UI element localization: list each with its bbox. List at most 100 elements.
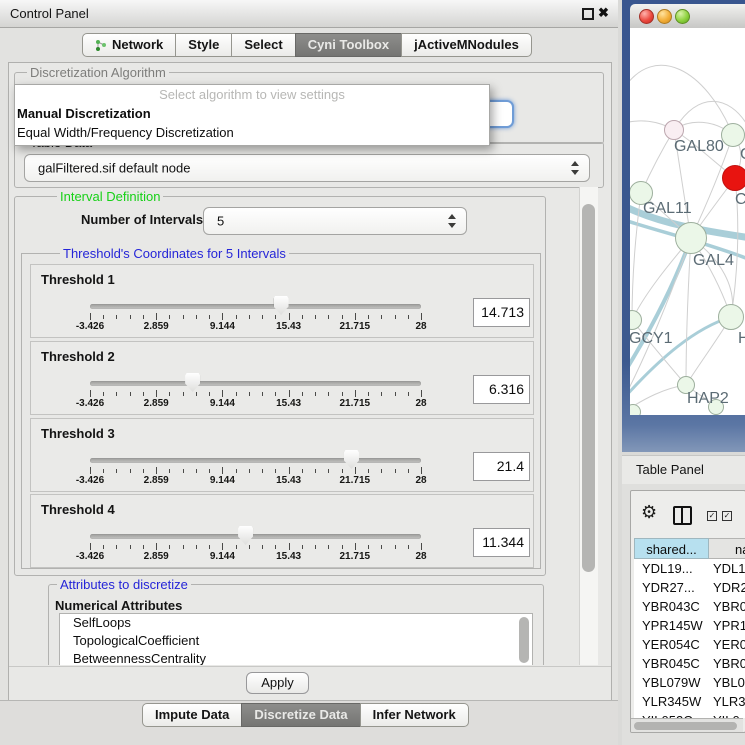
dropdown-option-equal-width-frequency[interactable]: Equal Width/Frequency Discretization <box>15 123 489 142</box>
slider-ticks <box>90 312 421 321</box>
threshold-label: Threshold 4 <box>41 502 115 517</box>
network-icon <box>95 39 107 52</box>
attributes-scrollbar[interactable] <box>519 617 529 663</box>
algorithm-dropdown-popup: Select algorithm to view settings Manual… <box>14 84 490 146</box>
tick-label: -3.426 <box>76 398 104 409</box>
threshold-value-field[interactable]: 14.713 <box>473 298 530 327</box>
columns-icon[interactable] <box>673 506 692 525</box>
tick-label: 28 <box>415 398 426 409</box>
table-data-combobox[interactable]: galFiltered.sif default node <box>24 154 590 182</box>
mac-close-button[interactable] <box>639 9 654 24</box>
threshold-label: Threshold 1 <box>41 272 115 287</box>
slider-track[interactable] <box>90 381 421 386</box>
cell-name: YPR1 <box>709 616 745 635</box>
cell-name: YDL1 <box>709 559 745 578</box>
threshold-value-field[interactable]: 21.4 <box>473 452 530 481</box>
attribute-item[interactable]: SelfLoops <box>60 614 532 632</box>
network-canvas[interactable]: GAL80GACGAL11GAL4GCY1HHAP2 <box>630 28 745 415</box>
cell-name: YDR2 <box>709 578 745 597</box>
slider-track[interactable] <box>90 534 421 539</box>
slider-tick-labels: -3.4262.8599.14415.4321.71528 <box>90 551 421 562</box>
interval-definition-title: Interval Definition <box>57 189 163 204</box>
dropdown-option-manual-discretization[interactable]: Manual Discretization <box>15 104 489 123</box>
network-node[interactable] <box>664 120 684 140</box>
table-row[interactable]: YPR145WYPR1 <box>634 616 745 635</box>
tab-impute-data[interactable]: Impute Data <box>142 703 242 727</box>
float-window-icon[interactable] <box>582 8 594 20</box>
cell-name: YER0 <box>709 635 745 654</box>
number-of-intervals-combobox[interactable]: 5 <box>203 207 467 235</box>
cell-shared-name: YBR043C <box>634 597 709 616</box>
checkbox-icon[interactable]: ✓ <box>722 511 732 521</box>
slider-track[interactable] <box>90 304 421 309</box>
tab-style[interactable]: Style <box>175 33 232 57</box>
panel-scrollbar[interactable] <box>579 187 598 665</box>
column-header-shared[interactable]: shared... <box>634 538 709 559</box>
table-row[interactable]: YBL079WYBL0 <box>634 673 745 692</box>
tab-select[interactable]: Select <box>231 33 295 57</box>
column-header-name[interactable]: na <box>709 538 745 559</box>
threshold-value-field[interactable]: 6.316 <box>473 375 530 404</box>
apply-button[interactable]: Apply <box>246 672 309 694</box>
tab-cyni-toolbox[interactable]: Cyni Toolbox <box>295 33 402 57</box>
interval-definition-group: Interval Definition Number of Intervals … <box>14 196 546 576</box>
tick-label: 21.715 <box>340 398 371 409</box>
network-node[interactable] <box>721 123 745 147</box>
table-row[interactable]: YER054CYER0 <box>634 635 745 654</box>
tab-infer-network[interactable]: Infer Network <box>360 703 469 727</box>
panel-scrollbar-thumb[interactable] <box>582 204 595 572</box>
tick-label: 2.859 <box>144 551 169 562</box>
threshold-value-field[interactable]: 11.344 <box>473 528 530 557</box>
slider-ticks <box>90 389 421 398</box>
network-node[interactable] <box>718 304 744 330</box>
slider-track[interactable] <box>90 458 421 463</box>
slider-ticks <box>90 542 421 551</box>
tick-label: 21.715 <box>340 551 371 562</box>
tick-label: -3.426 <box>76 321 104 332</box>
dropdown-placeholder-option[interactable]: Select algorithm to view settings <box>15 85 489 104</box>
mac-zoom-button[interactable] <box>675 9 690 24</box>
node-label: HAP2 <box>687 390 729 408</box>
table-row[interactable]: YDR27...YDR2 <box>634 578 745 597</box>
node-label: GA <box>740 146 745 164</box>
numerical-attributes-list[interactable]: SelfLoopsTopologicalCoefficientBetweenne… <box>59 613 533 665</box>
table-data-value: galFiltered.sif default node <box>38 161 190 176</box>
panel-title: Control Panel <box>10 6 89 21</box>
tick-label: 21.715 <box>340 321 371 332</box>
network-node[interactable] <box>675 222 707 254</box>
control-panel: Control Panel ✖ Network Style Select Cyn… <box>0 0 618 745</box>
close-icon[interactable]: ✖ <box>598 5 609 21</box>
apply-row: Apply <box>9 666 611 700</box>
table-row[interactable]: YLR345WYLR3 <box>634 692 745 711</box>
table-row[interactable]: YIL052CYIL0 <box>634 711 745 718</box>
checkbox-icon[interactable]: ✓ <box>707 511 717 521</box>
tick-label: 28 <box>415 321 426 332</box>
table-row[interactable]: YBR043CYBR0 <box>634 597 745 616</box>
tick-label: 15.43 <box>276 321 301 332</box>
network-node[interactable] <box>722 165 745 191</box>
cell-shared-name: YIL052C <box>634 711 709 718</box>
table-hscrollbar[interactable] <box>631 718 743 732</box>
tick-label: 15.43 <box>276 398 301 409</box>
mac-minimize-button[interactable] <box>657 9 672 24</box>
tab-jactivemnodules[interactable]: jActiveMNodules <box>401 33 532 57</box>
tab-discretize-data[interactable]: Discretize Data <box>241 703 360 727</box>
attributes-group-title: Attributes to discretize <box>57 577 191 592</box>
table-row[interactable]: YDL19...YDL1 <box>634 559 745 578</box>
attribute-item[interactable]: TopologicalCoefficient <box>60 632 532 650</box>
cell-shared-name: YPR145W <box>634 616 709 635</box>
attribute-item[interactable]: BetweennessCentrality <box>60 650 532 665</box>
tab-network[interactable]: Network <box>82 33 176 57</box>
node-label: GAL4 <box>693 252 734 270</box>
table-panel-area: ⚙ ✓ ✓ shared... na YDL19...YDL1YDR27...Y… <box>622 484 745 745</box>
table-hscrollbar-thumb[interactable] <box>634 722 737 730</box>
tick-label: 21.715 <box>340 475 371 486</box>
gear-icon[interactable]: ⚙ <box>641 502 657 523</box>
numerical-attributes-label: Numerical Attributes <box>55 598 182 613</box>
tick-label: -3.426 <box>76 551 104 562</box>
tick-label: 2.859 <box>144 398 169 409</box>
node-label: GAL11 <box>643 200 692 218</box>
table-panel-titlebar: Table Panel <box>622 455 745 485</box>
cell-shared-name: YBL079W <box>634 673 709 692</box>
table-row[interactable]: YBR045CYBR0 <box>634 654 745 673</box>
